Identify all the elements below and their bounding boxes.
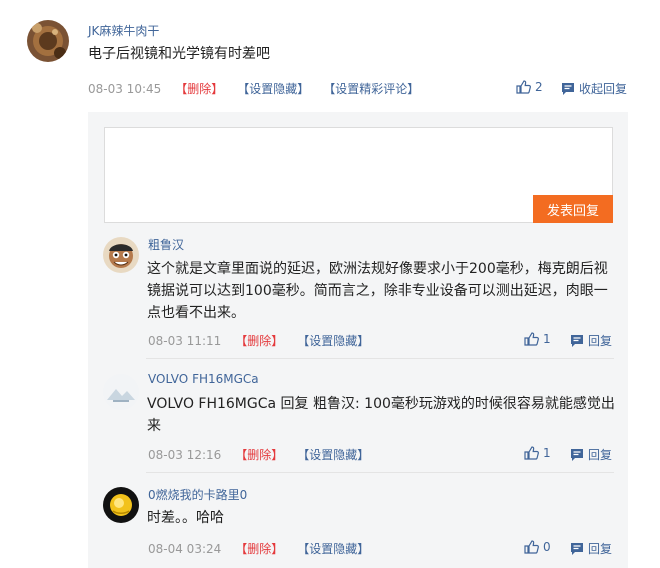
reply-meta: 08-03 11:11 【删除】 【设置隐藏】 [148, 332, 383, 349]
comment-text: 电子后视镜和光学镜有时差吧 [88, 46, 270, 62]
reply-button[interactable]: 回复 [570, 540, 612, 557]
like-count: 2 [535, 80, 543, 94]
delete-link[interactable]: 【删除】 [235, 446, 283, 463]
timestamp: 08-03 10:45 [88, 81, 162, 96]
reply-text: 这个就是文章里面说的延迟，欧洲法规好像要求小于200毫秒，梅克朗后视镜据说可以达… [147, 261, 608, 321]
username[interactable]: VOLVO FH16MGCa [148, 372, 259, 386]
reply-label: 回复 [588, 334, 613, 348]
comment-icon [571, 334, 583, 347]
collapse-replies-button[interactable]: 收起回复 [561, 80, 627, 97]
thumbs-up-icon [524, 446, 539, 460]
username[interactable]: JK麻辣牛肉干 [88, 22, 159, 39]
timestamp: 08-03 12:16 [148, 447, 222, 462]
hide-link[interactable]: 【设置隐藏】 [297, 446, 369, 463]
delete-link[interactable]: 【删除】 [235, 332, 283, 349]
reply-text: VOLVO FH16MGCa 回复 粗鲁汉: 100毫秒玩游戏的时候很容易就能感… [147, 396, 615, 434]
username[interactable]: 0燃烧我的卡路里0 [148, 486, 247, 503]
delete-link[interactable]: 【删除】 [175, 80, 223, 97]
feature-link[interactable]: 【设置精彩评论】 [323, 80, 419, 97]
reply-meta: 08-04 03:24 【删除】 【设置隐藏】 [148, 540, 383, 557]
thumbs-up-icon [516, 80, 531, 94]
divider [146, 358, 614, 359]
avatar[interactable] [103, 487, 139, 523]
reply-button[interactable]: 回复 [570, 446, 612, 463]
reply-button[interactable]: 回复 [570, 332, 612, 349]
comment-meta: 08-03 10:45 【删除】 【设置隐藏】 【设置精彩评论】 [88, 80, 433, 97]
like-button[interactable]: 0 [524, 540, 551, 554]
like-count: 1 [543, 446, 551, 460]
hide-link[interactable]: 【设置隐藏】 [297, 540, 369, 557]
comment-icon [571, 448, 583, 461]
like-button[interactable]: 1 [524, 446, 551, 460]
comment-icon [571, 542, 583, 555]
like-count: 1 [543, 332, 551, 346]
reply-text: 时差。。哈哈 [147, 510, 224, 526]
username[interactable]: 粗鲁汉 [148, 236, 184, 253]
hide-link[interactable]: 【设置隐藏】 [237, 80, 309, 97]
hide-link[interactable]: 【设置隐藏】 [297, 332, 369, 349]
comment-icon [562, 82, 574, 95]
reply-meta: 08-03 12:16 【删除】 【设置隐藏】 [148, 446, 383, 463]
thumbs-up-icon [524, 332, 539, 346]
avatar[interactable] [27, 20, 69, 62]
like-button[interactable]: 2 [516, 80, 543, 94]
like-button[interactable]: 1 [524, 332, 551, 346]
thumbs-up-icon [524, 540, 539, 554]
avatar[interactable] [103, 237, 139, 273]
like-count: 0 [543, 540, 551, 554]
timestamp: 08-03 11:11 [148, 333, 222, 348]
post-reply-button[interactable]: 发表回复 [533, 195, 613, 223]
reply-label: 回复 [588, 448, 613, 462]
delete-link[interactable]: 【删除】 [235, 540, 283, 557]
timestamp: 08-04 03:24 [148, 541, 222, 556]
reply-label: 回复 [588, 542, 613, 556]
avatar[interactable] [103, 374, 139, 410]
collapse-label: 收起回复 [579, 82, 628, 96]
divider [146, 472, 614, 473]
